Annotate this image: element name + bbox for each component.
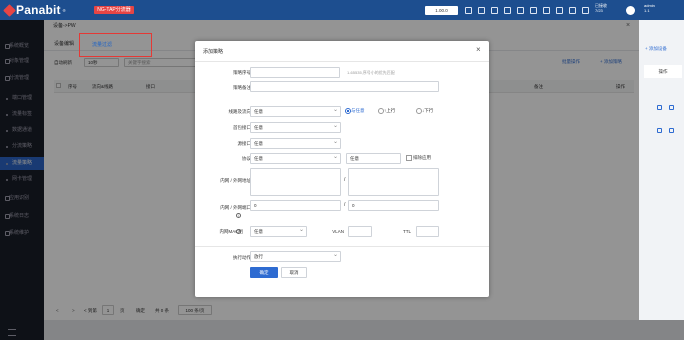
proto-label: 协议 <box>242 156 251 161</box>
right-pane: + 添加设备 操作 <box>639 20 684 320</box>
policy-no-label: 策略序号 <box>233 70 251 75</box>
outer-ip-textarea[interactable] <box>348 168 439 196</box>
dialog-close-icon[interactable]: × <box>476 45 481 54</box>
confirm-button[interactable]: 确定 <box>250 267 278 278</box>
toolbar-icon-1[interactable] <box>465 7 472 14</box>
mode-badge: NG-TAP分流器 <box>94 6 134 14</box>
port-slash: / <box>344 202 346 208</box>
logo-text: Panabit <box>16 3 61 17</box>
toolbar-icon-5[interactable] <box>517 7 524 14</box>
top-stats: 已接收 7/23 <box>595 3 607 13</box>
ip-label: 内网 / 外网地址 <box>220 178 251 183</box>
right-pane-header: 操作 <box>644 65 682 78</box>
toolbar-icon-10[interactable] <box>582 7 589 14</box>
policy-note-input[interactable] <box>250 81 439 92</box>
first-iface-label: 首包接口 <box>233 125 251 130</box>
ttl-label: TTL <box>402 229 411 234</box>
port-info-icon[interactable]: i <box>236 213 241 218</box>
policy-note-label: 策略备注 <box>233 85 251 90</box>
mac-select[interactable]: 任意 <box>250 226 307 237</box>
proto-select[interactable]: 任意 <box>250 153 341 164</box>
cancel-button[interactable]: 取消 <box>281 267 307 278</box>
version-pill[interactable]: 1.00.0 <box>425 6 458 15</box>
top-user[interactable]: admin 1.1 <box>644 3 655 13</box>
ip-slash: / <box>344 177 346 183</box>
exclude-app-checkbox[interactable]: 排除应用 <box>406 155 431 161</box>
divider <box>195 61 489 62</box>
src-iface-label: 源接口 <box>237 141 252 146</box>
divider <box>195 246 489 247</box>
line-dir-select[interactable]: 任意 <box>250 106 341 117</box>
toolbar-icon-7[interactable] <box>543 7 550 14</box>
edit-icon[interactable] <box>657 105 662 110</box>
mac-info-icon[interactable]: i <box>236 229 241 234</box>
toolbar-icon-4[interactable] <box>504 7 511 14</box>
outer-port-input[interactable]: 0 <box>348 200 439 211</box>
dialog-title: 添加策略 <box>203 49 224 55</box>
toolbar-icon-8[interactable] <box>556 7 563 14</box>
policy-no-input[interactable] <box>250 67 340 78</box>
logo: Panabit ® <box>3 3 66 17</box>
inner-ip-textarea[interactable] <box>250 168 341 196</box>
port-label: 内网 / 外网端口 <box>220 205 251 210</box>
ttl-input[interactable] <box>416 226 439 237</box>
dir-radio-up[interactable]: ↑上行 <box>378 108 395 114</box>
inner-port-input[interactable]: 0 <box>250 200 341 211</box>
src-iface-select[interactable]: 任意 <box>250 138 341 149</box>
logo-mark-icon <box>3 3 16 17</box>
stats-line-2: 7/23 <box>595 8 603 13</box>
toolbar-icon-9[interactable] <box>569 7 576 14</box>
logo-sup: ® <box>62 7 66 13</box>
toolbar-icon-3[interactable] <box>491 7 498 14</box>
delete-icon[interactable] <box>669 105 674 110</box>
policy-no-hint: 1-65535,序号小的优先匹配 <box>347 70 395 75</box>
action-label: 执行动作 <box>233 255 251 260</box>
top-navbar: Panabit ® NG-TAP分流器 1.00.0 已接收 7/23 admi… <box>0 0 684 20</box>
edit-icon[interactable] <box>657 128 662 133</box>
app-root: { "app": {"logo_text": "Panabit", "logo_… <box>0 0 684 340</box>
add-policy-dialog: 添加策略 × 策略序号 1-65535,序号小的优先匹配 策略备注 线路及流向 … <box>195 41 489 297</box>
first-iface-select[interactable]: 任意 <box>250 122 341 133</box>
proto-app-input[interactable]: 任意 <box>346 153 401 164</box>
action-select[interactable]: 放行 <box>250 251 341 262</box>
delete-icon[interactable] <box>669 128 674 133</box>
dir-radio-any[interactable]: 与任意 <box>345 108 365 114</box>
line-dir-label: 线路及流向 <box>228 109 252 114</box>
add-device-link[interactable]: + 添加设备 <box>645 46 667 52</box>
dir-radio-down[interactable]: ↓下行 <box>416 108 433 114</box>
vlan-input[interactable] <box>348 226 372 237</box>
avatar[interactable] <box>626 6 635 15</box>
tab-traffic-filter[interactable]: 流量过滤 <box>92 41 112 48</box>
toolbar-icon-6[interactable] <box>530 7 537 14</box>
vlan-label: VLAN <box>332 229 344 234</box>
toolbar-icon-2[interactable] <box>478 7 485 14</box>
user-sub: 1.1 <box>644 8 650 13</box>
